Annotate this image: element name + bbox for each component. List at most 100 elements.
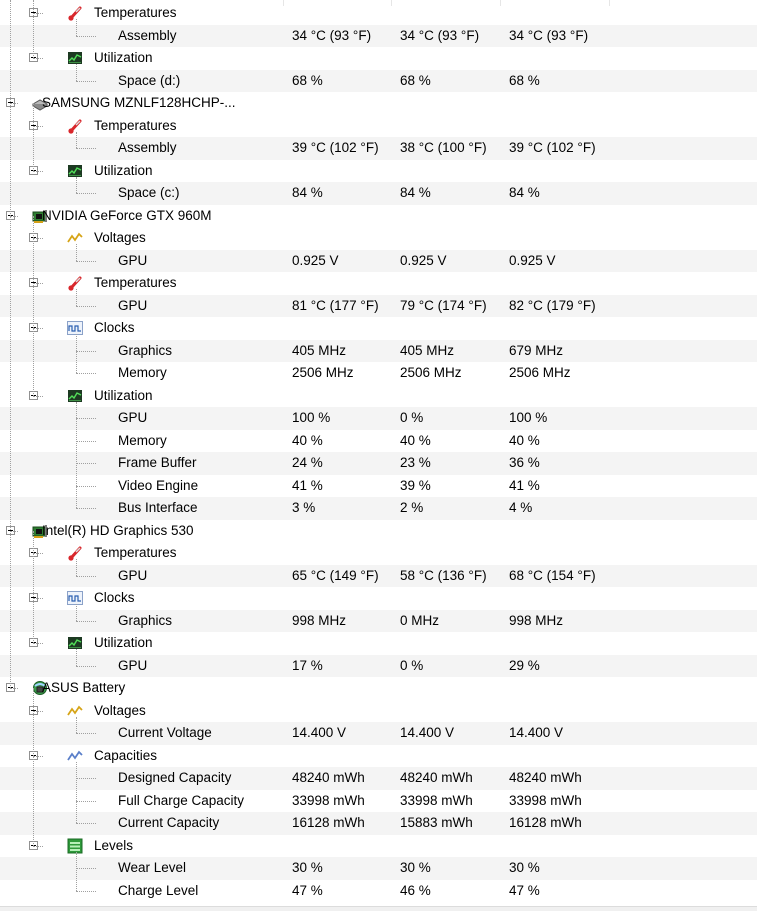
- value-current: 24 %: [292, 455, 323, 470]
- node-label: Frame Buffer: [118, 455, 197, 470]
- utilization-icon: [67, 163, 83, 179]
- node-label: GPU: [118, 252, 148, 268]
- tree-guide: [76, 649, 77, 666]
- category-node[interactable]: Temperatures: [0, 2, 757, 25]
- node-label: Clocks: [94, 320, 135, 335]
- sensor-tree[interactable]: Temperatures Assembly 34 °C (93 °F) 34 °C (…: [0, 0, 757, 910]
- sensor-row[interactable]: Memory 40 % 40 % 40 %: [0, 430, 757, 453]
- tree-connector: [33, 845, 43, 847]
- category-node[interactable]: Temperatures: [0, 542, 757, 565]
- tree-guide: [33, 688, 34, 846]
- sensor-row[interactable]: Memory 2506 MHz 2506 MHz 2506 MHz: [0, 362, 757, 385]
- tree-connector: [76, 260, 96, 262]
- sensor-row[interactable]: Space (c:) 84 % 84 % 84 %: [0, 182, 757, 205]
- thermometer-icon: [67, 275, 83, 291]
- tree-connector: [33, 13, 43, 15]
- sensor-row[interactable]: Bus Interface 3 % 2 % 4 %: [0, 497, 757, 520]
- value-min: 68 %: [400, 72, 431, 88]
- clock-icon: [67, 320, 83, 336]
- sensor-row[interactable]: Space (d:) 68 % 68 % 68 %: [0, 69, 757, 92]
- sensor-row[interactable]: GPU 100 % 0 % 100 %: [0, 407, 757, 430]
- value-current: 40 %: [292, 432, 323, 448]
- tree-connector: [33, 395, 43, 397]
- category-node[interactable]: Voltages: [0, 700, 757, 723]
- tree-guide: [33, 103, 34, 171]
- value-min: 14.400 V: [400, 725, 455, 740]
- horizontal-scrollbar[interactable]: [0, 906, 757, 911]
- tree-guide: [76, 604, 77, 621]
- tree-guide: [76, 289, 77, 306]
- sensor-row[interactable]: Designed Capacity 48240 mWh 48240 mWh 48240…: [0, 767, 757, 790]
- category-node[interactable]: Temperatures: [0, 115, 757, 138]
- sensor-row[interactable]: Assembly 39 °C (102 °F) 38 °C (100 °F) 39 °…: [0, 137, 757, 160]
- value-min: 0 %: [400, 657, 424, 673]
- column-separator: [500, 0, 501, 6]
- category-node[interactable]: Utilization: [0, 47, 757, 70]
- node-label: Temperatures: [94, 117, 177, 133]
- tree-guide: [76, 176, 77, 194]
- category-node[interactable]: Levels: [0, 835, 757, 858]
- value-current: 405 MHz: [292, 342, 347, 358]
- category-node[interactable]: Clocks: [0, 317, 757, 340]
- category-node[interactable]: Utilization: [0, 632, 757, 655]
- device-node[interactable]: Intel(R) HD Graphics 530: [0, 520, 757, 543]
- utilization-icon: [67, 635, 83, 651]
- node-label: Utilization: [94, 50, 153, 65]
- sensor-row[interactable]: GPU 81 °C (177 °F) 79 °C (174 °F) 82 °C (17…: [0, 294, 757, 317]
- sensor-row[interactable]: Graphics 998 MHz 0 MHz 998 MHz: [0, 609, 757, 632]
- levels-icon: [67, 838, 83, 854]
- sensor-row[interactable]: Full Charge Capacity 33998 mWh 33998 mWh 33…: [0, 790, 757, 813]
- value-min: 79 °C (174 °F): [400, 297, 487, 313]
- sensor-row[interactable]: Frame Buffer 24 % 23 % 36 %: [0, 452, 757, 475]
- value-current: 16128 mWh: [292, 815, 365, 830]
- sensor-row[interactable]: Video Engine 41 % 39 % 41 %: [0, 475, 757, 498]
- node-label: Space (d:): [118, 72, 181, 88]
- category-node[interactable]: Utilization: [0, 160, 757, 183]
- sensor-row[interactable]: GPU 0.925 V 0.925 V 0.925 V: [0, 249, 757, 272]
- value-max: 30 %: [509, 860, 540, 875]
- value-current: 14.400 V: [292, 725, 347, 740]
- sensor-row[interactable]: Charge Level 47 % 46 % 47 %: [0, 880, 757, 903]
- category-node[interactable]: Capacities: [0, 745, 757, 768]
- node-label: Utilization: [94, 635, 153, 650]
- category-node[interactable]: Temperatures: [0, 272, 757, 295]
- value-current: 17 %: [292, 657, 323, 673]
- node-label: Assembly: [118, 27, 177, 43]
- tree-guide: [76, 244, 77, 261]
- node-label: Memory: [118, 432, 167, 448]
- value-max: 679 MHz: [509, 342, 564, 358]
- tree-connector: [33, 643, 43, 645]
- value-current: 33998 mWh: [292, 792, 365, 808]
- tree-connector: [76, 350, 96, 352]
- tree-connector: [10, 215, 18, 217]
- sensor-row[interactable]: Assembly 34 °C (93 °F) 34 °C (93 °F) 34 °C …: [0, 24, 757, 47]
- value-min: 38 °C (100 °F): [400, 140, 487, 155]
- device-node[interactable]: ASUS Battery: [0, 677, 757, 700]
- tree-connector: [76, 418, 96, 419]
- value-current: 65 °C (149 °F): [292, 567, 379, 583]
- tree-connector: [76, 148, 96, 149]
- node-label: Graphics: [118, 612, 173, 628]
- category-node[interactable]: Voltages: [0, 227, 757, 250]
- sensor-row[interactable]: GPU 17 % 0 % 29 %: [0, 654, 757, 677]
- value-max: 4 %: [509, 500, 533, 515]
- sensor-row[interactable]: Current Voltage 14.400 V 14.400 V 14.400 V: [0, 722, 757, 745]
- tree-connector: [33, 553, 43, 555]
- thermometer-icon: [67, 5, 83, 21]
- device-node[interactable]: SAMSUNG MZNLF128HCHP-...: [0, 92, 757, 115]
- sensor-row[interactable]: Wear Level 30 % 30 % 30 %: [0, 857, 757, 880]
- value-max: 16128 mWh: [509, 815, 582, 830]
- value-max: 0.925 V: [509, 252, 556, 268]
- sensor-row[interactable]: Current Capacity 16128 mWh 15883 mWh 16128 …: [0, 812, 757, 835]
- sensor-row[interactable]: GPU 65 °C (149 °F) 58 °C (136 °F) 68 °C (15…: [0, 564, 757, 587]
- value-min: 0 MHz: [400, 612, 440, 628]
- node-label: Video Engine: [118, 477, 199, 493]
- tree-connector: [76, 665, 96, 667]
- value-min: 2506 MHz: [400, 365, 462, 380]
- voltage-icon: [67, 703, 83, 719]
- value-max: 48240 mWh: [509, 770, 582, 785]
- device-node[interactable]: NVIDIA GeForce GTX 960M: [0, 205, 757, 228]
- category-node[interactable]: Clocks: [0, 587, 757, 610]
- category-node[interactable]: Utilization: [0, 385, 757, 408]
- sensor-row[interactable]: Graphics 405 MHz 405 MHz 679 MHz: [0, 339, 757, 362]
